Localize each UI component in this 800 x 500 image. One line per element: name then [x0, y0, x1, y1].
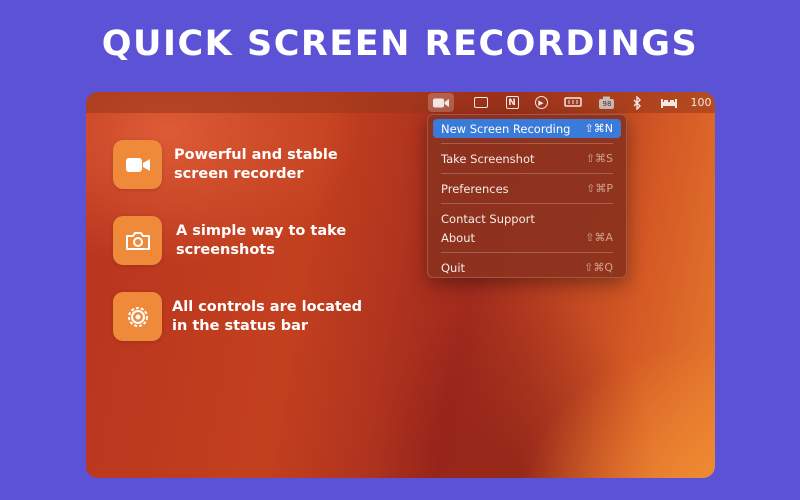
feature-text: Powerful and stable screen recorder	[174, 146, 338, 182]
menu-item-shortcut: ⇧⌘S	[585, 152, 613, 165]
menu-item-about[interactable]: About ⇧⌘A	[433, 228, 621, 247]
menu-separator	[441, 203, 613, 204]
menubar-status-value: 100	[690, 96, 712, 109]
menu-item-contact-support[interactable]: Contact Support	[433, 209, 621, 228]
menu-item-label: Quit	[441, 260, 466, 275]
feature-text: All controls are located in the status b…	[172, 298, 363, 334]
menu-item-shortcut: ⇧⌘Q	[584, 261, 613, 274]
battery-level: 98	[602, 100, 612, 108]
video-camera-icon	[113, 140, 162, 189]
memory-icon[interactable]	[560, 93, 586, 112]
feature-text: A simple way to take screenshots	[176, 222, 347, 258]
status-menu-dropdown: New Screen Recording ⇧⌘N Take Screenshot…	[427, 114, 627, 278]
page-headline: QUICK SCREEN RECORDINGS	[101, 24, 699, 64]
feature-screenshots: A simple way to take screenshots	[113, 216, 364, 265]
menu-item-take-screenshot[interactable]: Take Screenshot ⇧⌘S	[433, 149, 621, 168]
menu-item-label: Contact Support	[441, 211, 535, 226]
menu-separator	[441, 252, 613, 253]
battery-icon[interactable]: 98	[594, 93, 620, 112]
video-camera-icon[interactable]	[428, 93, 454, 112]
menu-item-label: About	[441, 230, 476, 245]
menu-separator	[441, 143, 613, 144]
notion-icon-letter: N	[505, 96, 519, 109]
bed-icon[interactable]	[656, 93, 682, 112]
gear-icon	[113, 292, 162, 341]
camera-icon	[113, 216, 162, 265]
feature-screen-recorder: Powerful and stable screen recorder	[113, 140, 364, 189]
menu-item-preferences[interactable]: Preferences ⇧⌘P	[433, 179, 621, 198]
menu-item-label: Preferences	[441, 181, 509, 196]
grid-icon[interactable]	[468, 93, 494, 112]
menu-bar: N ▶ 98 100	[86, 92, 715, 113]
menu-item-shortcut: ⇧⌘A	[585, 231, 613, 244]
menu-item-shortcut: ⇧⌘N	[584, 122, 613, 135]
notion-icon[interactable]: N	[499, 93, 525, 112]
menu-item-new-screen-recording[interactable]: New Screen Recording ⇧⌘N	[433, 119, 621, 138]
menu-item-label: Take Screenshot	[441, 151, 535, 166]
bluetooth-icon[interactable]	[624, 93, 650, 112]
menu-item-label: New Screen Recording	[441, 121, 571, 136]
menubar-status-text[interactable]: 100	[686, 93, 715, 112]
menu-item-shortcut: ⇧⌘P	[586, 182, 613, 195]
menu-separator	[441, 173, 613, 174]
menu-item-quit[interactable]: Quit ⇧⌘Q	[433, 258, 621, 277]
play-circle-icon[interactable]: ▶	[528, 93, 554, 112]
feature-status-bar: All controls are located in the status b…	[113, 292, 372, 341]
